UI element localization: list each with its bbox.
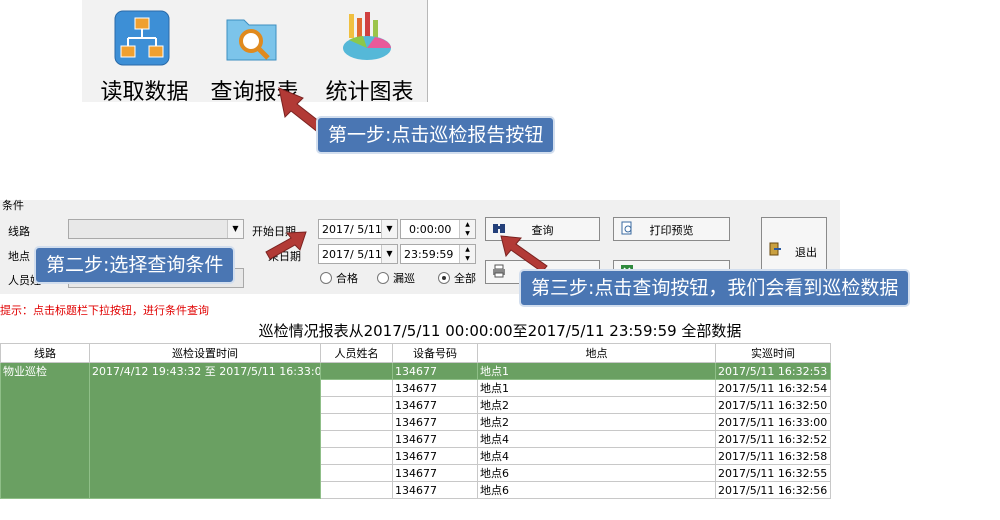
place-cell[interactable]: 地点4	[477, 447, 716, 465]
radio-miss[interactable]: 漏巡	[377, 270, 415, 286]
column-header[interactable]: 线路	[0, 343, 90, 363]
start-time-input[interactable]: 0:00:00 ▲ ▼	[400, 219, 476, 239]
device-cell[interactable]: 134677	[392, 481, 478, 499]
time-cell[interactable]: 2017/5/11 16:32:54	[715, 379, 831, 397]
print-preview-label: 打印预览	[649, 224, 694, 237]
radio-pass-label: 合格	[336, 272, 358, 285]
time-cell[interactable]: 2017/5/11 16:33:00	[715, 413, 831, 431]
time-cell[interactable]: 2017/5/11 16:32:52	[715, 430, 831, 448]
radio-all-label: 全部	[454, 272, 476, 285]
exit-button-label: 退出	[795, 246, 817, 259]
column-header[interactable]: 巡检设置时间	[89, 343, 321, 363]
end-date-value: 2017/ 5/11	[322, 248, 382, 261]
person-cell[interactable]	[320, 481, 393, 499]
step2-arrow	[265, 231, 307, 260]
column-header[interactable]: 实巡时间	[715, 343, 831, 363]
end-date-picker[interactable]: 2017/ 5/11 ▼	[318, 244, 398, 264]
device-cell[interactable]: 134677	[392, 396, 478, 414]
spin-up-icon[interactable]: ▲	[460, 245, 475, 254]
device-cell[interactable]: 134677	[392, 430, 478, 448]
person-cell[interactable]	[320, 362, 393, 380]
place-cell[interactable]: 地点4	[477, 430, 716, 448]
start-date-picker[interactable]: 2017/ 5/11 ▼	[318, 219, 398, 239]
radio-all-circle[interactable]	[438, 272, 450, 284]
person-cell[interactable]	[320, 447, 393, 465]
device-cell[interactable]: 134677	[392, 379, 478, 397]
folder-search-icon	[226, 19, 277, 61]
start-date-value: 2017/ 5/11	[322, 223, 382, 236]
radio-all[interactable]: 全部	[438, 270, 476, 286]
end-time-value: 23:59:59	[404, 248, 454, 261]
device-cell[interactable]: 134677	[392, 413, 478, 431]
step1-callout: 第一步:点击巡检报告按钮	[316, 116, 556, 154]
route-label: 线路	[8, 225, 30, 238]
read-data-button[interactable]: 读取数据	[92, 8, 197, 105]
table-header: 线路 巡检设置时间 人员姓名 设备号码 地点 实巡时间	[0, 343, 831, 363]
print-preview-button[interactable]: 打印预览	[613, 217, 730, 241]
person-cell[interactable]	[320, 430, 393, 448]
step2-callout: 第二步:选择查询条件	[34, 246, 236, 284]
hint-text: 提示：点击标题栏下拉按钮，进行条件查询	[0, 304, 209, 317]
spin-down-icon[interactable]: ▼	[460, 254, 475, 263]
step3-callout: 第三步:点击查询按钮，我们会看到巡检数据	[519, 269, 911, 307]
time-cell[interactable]: 2017/5/11 16:32:58	[715, 447, 831, 465]
time-cell[interactable]: 2017/5/11 16:32:55	[715, 464, 831, 482]
place-cell[interactable]: 地点6	[477, 464, 716, 482]
chevron-down-icon[interactable]: ▼	[381, 220, 397, 238]
route-select[interactable]: ▼	[68, 219, 244, 239]
spin-down-icon[interactable]: ▼	[460, 229, 475, 238]
time-spinner[interactable]: ▲ ▼	[459, 220, 475, 238]
end-time-input[interactable]: 23:59:59 ▲ ▼	[400, 244, 476, 264]
place-label: 地点	[8, 250, 30, 263]
chevron-down-icon[interactable]: ▼	[381, 245, 397, 263]
time-spinner[interactable]: ▲ ▼	[459, 245, 475, 263]
setting-time-cell[interactable]: 2017/4/12 19:43:32 至 2017/5/11 16:33:00	[89, 362, 321, 499]
radio-miss-circle[interactable]	[377, 272, 389, 284]
person-cell[interactable]	[320, 413, 393, 431]
time-cell[interactable]: 2017/5/11 16:32:53	[715, 362, 831, 380]
person-cell[interactable]	[320, 379, 393, 397]
radio-pass[interactable]: 合格	[320, 270, 358, 286]
column-header[interactable]: 设备号码	[392, 343, 478, 363]
spin-up-icon[interactable]: ▲	[460, 220, 475, 229]
report-title: 巡检情况报表从2017/5/11 00:00:00至2017/5/11 23:5…	[258, 322, 742, 340]
chevron-down-icon[interactable]: ▼	[227, 220, 243, 238]
read-data-label: 读取数据	[100, 80, 189, 105]
column-header[interactable]: 人员姓名	[320, 343, 393, 363]
report-table: 线路 巡检设置时间 人员姓名 设备号码 地点 实巡时间 物业巡检 2017/4/…	[0, 343, 831, 499]
main-toolbar: 读取数据 查询报表 统计图表	[82, 0, 428, 105]
device-cell[interactable]: 134677	[392, 362, 478, 380]
time-cell[interactable]: 2017/5/11 16:32:56	[715, 481, 831, 499]
device-cell[interactable]: 134677	[392, 464, 478, 482]
place-cell[interactable]: 地点1	[477, 379, 716, 397]
org-chart-icon	[114, 10, 170, 66]
place-cell[interactable]: 地点2	[477, 396, 716, 414]
place-cell[interactable]: 地点1	[477, 362, 716, 380]
place-cell[interactable]: 地点2	[477, 413, 716, 431]
place-cell[interactable]: 地点6	[477, 481, 716, 499]
start-time-value: 0:00:00	[409, 223, 452, 236]
pie-chart-icon	[343, 12, 391, 60]
table-row[interactable]: 物业巡检 2017/4/12 19:43:32 至 2017/5/11 16:3…	[0, 362, 831, 499]
person-cell[interactable]	[320, 396, 393, 414]
radio-pass-circle[interactable]	[320, 272, 332, 284]
person-cell[interactable]	[320, 464, 393, 482]
route-cell[interactable]: 物业巡检	[0, 362, 90, 499]
column-header[interactable]: 地点	[477, 343, 716, 363]
device-cell[interactable]: 134677	[392, 447, 478, 465]
time-cell[interactable]: 2017/5/11 16:32:50	[715, 396, 831, 414]
condition-group-label: 条件	[2, 199, 24, 212]
radio-miss-label: 漏巡	[393, 272, 415, 285]
